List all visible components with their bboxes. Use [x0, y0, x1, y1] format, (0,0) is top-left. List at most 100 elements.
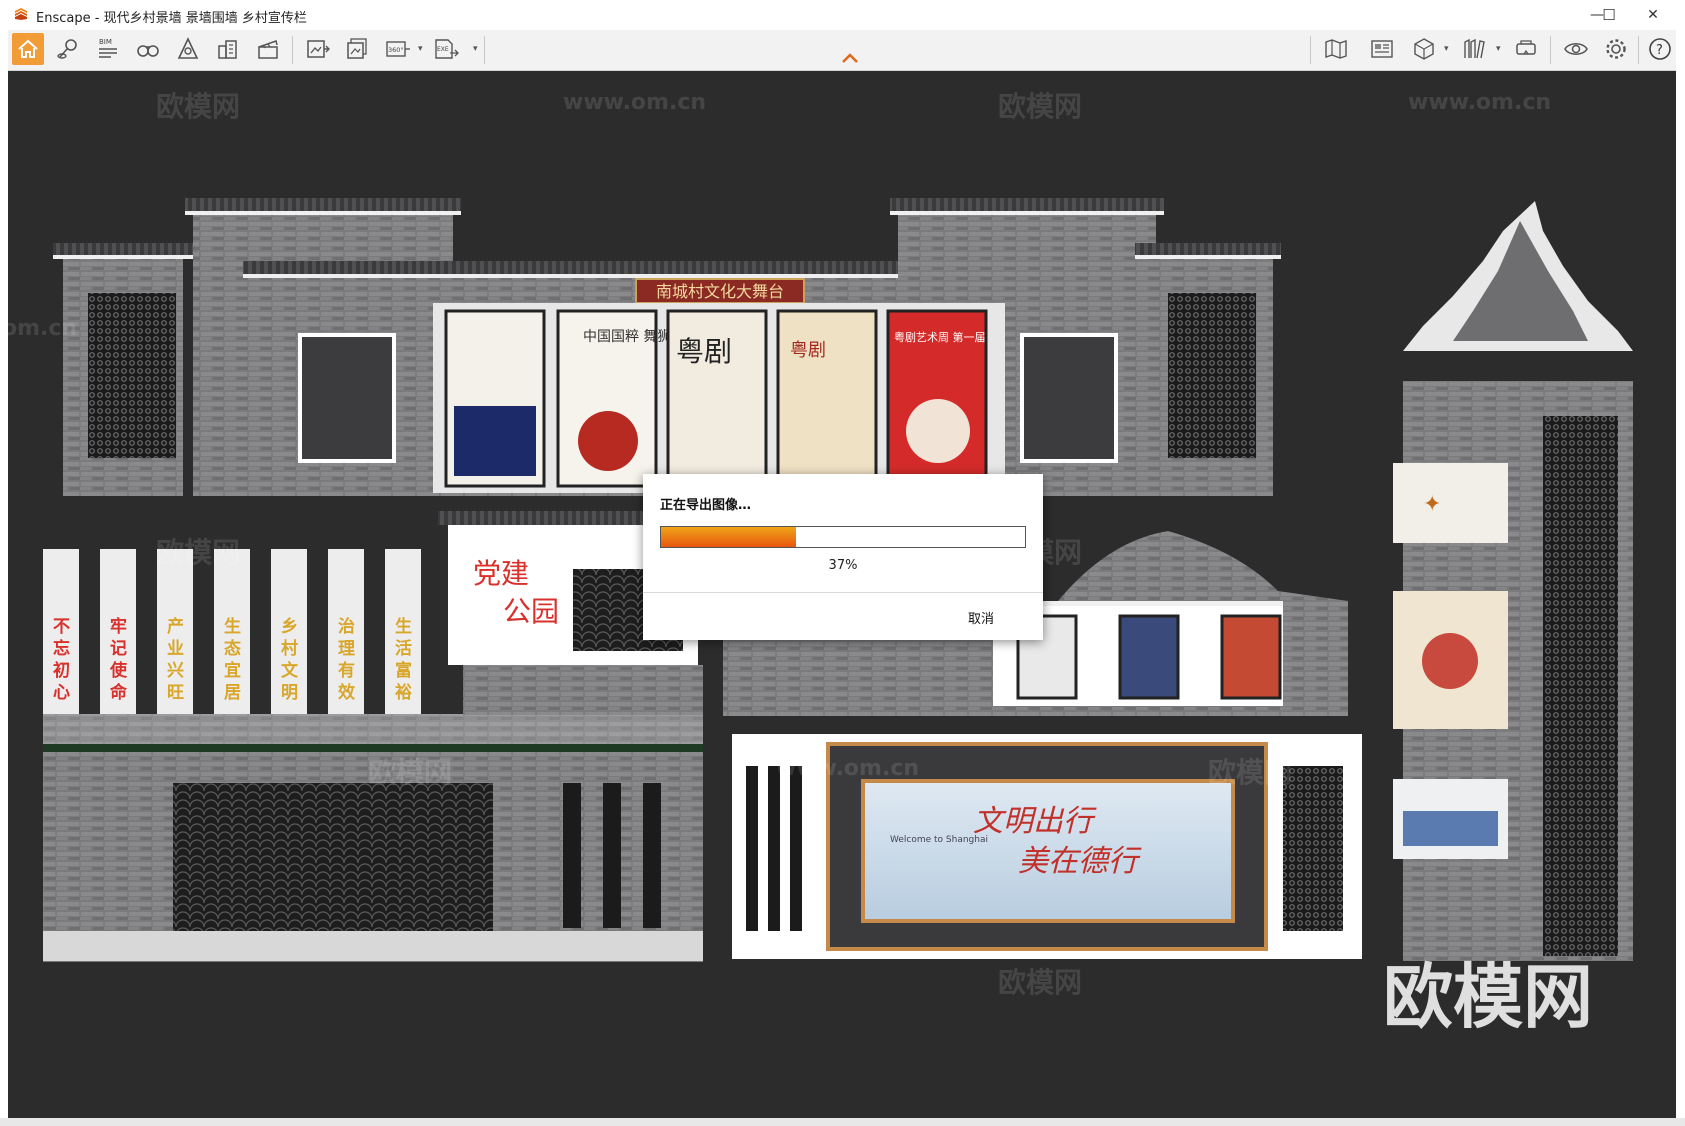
batch-render-button[interactable] [342, 33, 374, 65]
perspective-icon [177, 37, 199, 59]
home-icon [18, 39, 38, 58]
watermark: www.om.cn [1408, 90, 1552, 115]
export-progress-dialog: 正在导出图像… 37% 取消 [643, 474, 1043, 640]
poster-lion-dance: 中国国粹 舞狮 [583, 329, 671, 345]
box-icon [1414, 38, 1434, 60]
asset-dropdown-icon[interactable]: ▾ [1496, 44, 1504, 54]
exe-dropdown-icon[interactable]: ▾ [473, 44, 481, 54]
help-button[interactable]: ? [1644, 33, 1676, 65]
exe-export-icon: EXE [435, 39, 459, 59]
dialog-divider [643, 592, 1043, 593]
chevron-up-icon [842, 53, 858, 63]
pillar-4-text: 生态宜居 [224, 617, 241, 703]
enscape-logo-icon [15, 8, 27, 20]
watermark: 欧模网 [156, 536, 241, 569]
binoculars-button[interactable] [132, 33, 164, 65]
poster-opera-1: 粤剧 [676, 335, 732, 368]
visibility-icon [1564, 43, 1588, 55]
view-management-button[interactable] [1366, 33, 1398, 65]
export-progress-bar [660, 526, 1026, 548]
clapper-icon [258, 40, 278, 59]
cancel-button[interactable]: 取消 [968, 608, 994, 627]
window-left-edge [0, 30, 8, 1126]
watermark-large: 欧模网 [1383, 956, 1593, 1038]
map-button[interactable] [1320, 33, 1352, 65]
perspective-button[interactable] [172, 33, 204, 65]
pillar-3-text: 产业兴旺 [167, 617, 184, 703]
help-icon: ? [1649, 38, 1671, 60]
dialog-title: 正在导出图像… [660, 498, 752, 513]
bim-icon: BIM [99, 38, 117, 58]
map-icon [1325, 39, 1347, 59]
watermark: 欧模网 [998, 966, 1083, 999]
svg-text:EXE: EXE [437, 46, 449, 53]
close-button[interactable]: ✕ [1630, 0, 1676, 30]
screenshot-button[interactable] [302, 33, 334, 65]
svg-text:360°: 360° [388, 46, 404, 54]
binoculars-icon [137, 45, 159, 57]
billboard-subtitle: Welcome to Shanghai [890, 835, 988, 845]
svg-text:?: ? [1656, 43, 1663, 58]
title-bar: Enscape - 现代乡村景墙 景墙围墙 乡村宣传栏 — ☐ ✕ [0, 0, 1685, 31]
progress-percentage: 37% [828, 558, 858, 573]
video-editor-button[interactable] [252, 33, 284, 65]
pillar-5-text: 乡村文明 [281, 617, 298, 703]
watermark: 欧模网 [998, 90, 1083, 123]
billboard-slogan-2: 美在德行 [1018, 844, 1142, 879]
view-management-icon [1371, 40, 1393, 58]
svg-text:BIM: BIM [99, 38, 112, 46]
pillar-1-text: 不忘初心 [53, 617, 70, 703]
home-button[interactable] [12, 33, 44, 65]
toolbar-separator [1310, 36, 1311, 64]
poster-opera-2: 粤剧 [790, 340, 826, 361]
buildings-button[interactable] [212, 33, 244, 65]
maximize-button[interactable]: ☐ [1586, 0, 1632, 30]
box-dropdown-icon[interactable]: ▾ [1444, 44, 1452, 54]
asset-library-icon [1464, 38, 1485, 59]
maximize-icon: ☐ [1602, 6, 1616, 24]
asset-library-button[interactable] [1458, 33, 1490, 65]
box-button[interactable] [1408, 33, 1440, 65]
party-park-title-2: 公园 [503, 595, 559, 628]
window-right-edge [1676, 30, 1685, 1126]
toolbar-separator [1550, 36, 1551, 64]
window-bottom-edge [0, 1118, 1685, 1126]
screenshot-icon [307, 40, 330, 58]
enscape-toolbar: BIM 360° ▾ EXE ▾ ▾ ▾ ? [8, 30, 1676, 71]
watermark: om.cn [8, 316, 78, 341]
vr-headset-button[interactable] [1510, 33, 1542, 65]
export-progress-fill [661, 527, 796, 547]
close-icon: ✕ [1647, 7, 1659, 23]
pillar-2-text: 牢记使命 [110, 617, 127, 703]
panorama-button[interactable]: 360° [382, 33, 414, 65]
collapse-toolbar-button[interactable] [840, 50, 860, 64]
location-pin-icon [57, 39, 77, 59]
toolbar-separator [484, 36, 485, 64]
panorama-dropdown-icon[interactable]: ▾ [418, 44, 426, 54]
toolbar-separator [292, 36, 293, 64]
panorama-icon: 360° [386, 41, 410, 57]
bim-button[interactable]: BIM [92, 33, 124, 65]
visibility-button[interactable] [1560, 33, 1592, 65]
pillar-7-text: 生活富裕 [395, 617, 412, 703]
watermark: www.om.cn [563, 90, 707, 115]
stage-sign: 南城村文化大舞台 [656, 282, 784, 301]
window-title: Enscape - 现代乡村景墙 景墙围墙 乡村宣传栏 [36, 11, 307, 26]
buildings-icon [218, 40, 237, 59]
settings-icon [1606, 39, 1626, 59]
settings-button[interactable] [1600, 33, 1632, 65]
watermark: 欧模网 [1208, 756, 1293, 789]
svg-text:✦: ✦ [1423, 492, 1441, 517]
vr-headset-icon [1516, 40, 1536, 55]
poster-opera-festival: 粤剧艺术周 第一届 [894, 330, 986, 344]
batch-render-icon [347, 38, 367, 59]
pillar-6-text: 治理有效 [338, 617, 355, 703]
toolbar-separator [1638, 36, 1639, 64]
billboard-slogan-1: 文明出行 [973, 804, 1097, 839]
watermark: 欧模网 [156, 90, 241, 123]
party-park-title-1: 党建 [473, 557, 529, 590]
watermark: www.om.cn [776, 756, 920, 781]
location-button[interactable] [52, 33, 84, 65]
watermark: 欧模网 [368, 756, 453, 789]
exe-export-button[interactable]: EXE [430, 33, 462, 65]
